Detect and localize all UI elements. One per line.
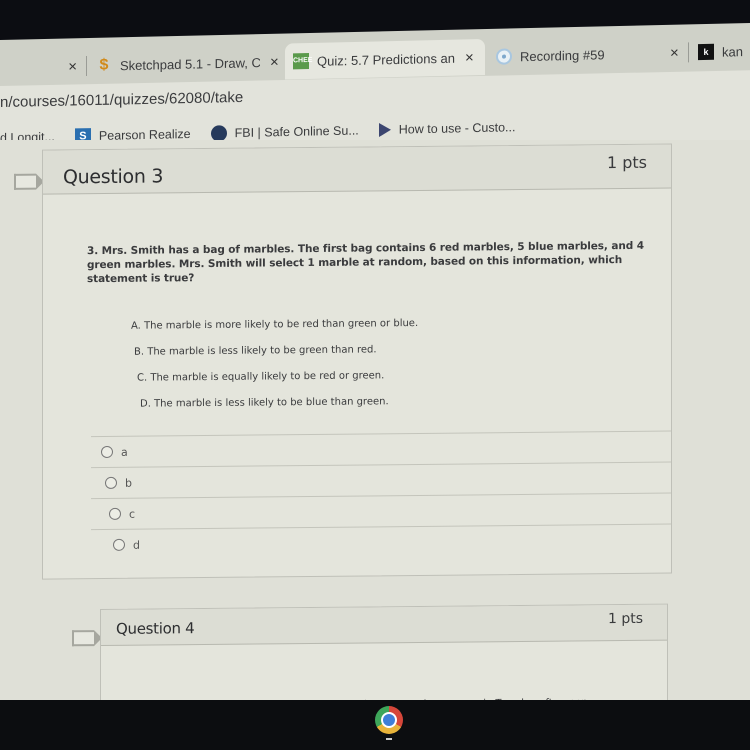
- question-title: Question 3: [63, 165, 164, 189]
- answer-options: a b c d: [91, 430, 671, 561]
- radio-button[interactable]: [113, 538, 125, 551]
- answer-label: a: [121, 445, 128, 459]
- radio-button[interactable]: [109, 507, 121, 520]
- question-points: 1 pts: [607, 610, 643, 628]
- tab-kami[interactable]: k kan: [690, 33, 750, 71]
- question-points: 1 pts: [606, 152, 647, 173]
- question-text: 3. Mrs. Smith has a bag of marbles. The …: [87, 239, 644, 286]
- radio-button[interactable]: [101, 445, 113, 459]
- question-card: Question 3 1 pts 3. Mrs. Smith has a bag…: [42, 143, 672, 580]
- sketchpad-icon: $: [99, 56, 109, 74]
- quiz-page: Question 3 1 pts 3. Mrs. Smith has a bag…: [0, 140, 750, 730]
- question-header: Question 4 1 pts: [101, 604, 667, 647]
- close-icon[interactable]: ×: [465, 49, 474, 66]
- recording-icon: [496, 48, 512, 65]
- answer-label: c: [129, 507, 136, 521]
- question-title: Question 4: [116, 619, 195, 638]
- tab-separator: [688, 42, 689, 63]
- kami-icon: k: [698, 43, 714, 61]
- close-icon[interactable]: ×: [68, 58, 77, 75]
- radio-button[interactable]: [105, 476, 117, 489]
- tab-separator: [86, 56, 87, 77]
- play-icon: [378, 122, 391, 138]
- tab-quiz[interactable]: CHEE Quiz: 5.7 Predictions an ×: [285, 38, 485, 80]
- answer-label: b: [125, 476, 132, 490]
- answer-option-d[interactable]: d: [91, 523, 671, 561]
- active-app-indicator: [386, 738, 392, 740]
- flag-question-icon[interactable]: [14, 173, 36, 190]
- tab-label: Quiz: 5.7 Predictions an: [317, 50, 455, 69]
- tab-unknown[interactable]: ×: [0, 48, 85, 86]
- quiz-icon: CHEE: [293, 52, 312, 70]
- tab-label: Sketchpad 5.1 - Draw, C: [120, 54, 260, 73]
- choice-list: A. The marble is more likely to be red t…: [131, 317, 418, 424]
- question-header: Question 3 1 pts: [43, 144, 671, 195]
- close-icon[interactable]: ×: [270, 53, 279, 70]
- answer-label: d: [133, 538, 140, 552]
- choice-statement: C. The marble is equally likely to be re…: [137, 370, 385, 384]
- bookmark-label: How to use - Custo...: [398, 120, 516, 137]
- close-icon[interactable]: ×: [670, 44, 679, 61]
- chrome-icon[interactable]: [375, 706, 403, 734]
- address-bar[interactable]: n/courses/16011/quizzes/62080/take: [0, 89, 243, 111]
- choice-statement: A. The marble is more likely to be red t…: [131, 317, 419, 332]
- choice-statement: D. The marble is less likely to be blue …: [140, 396, 389, 410]
- tab-recording[interactable]: Recording #59 ×: [488, 34, 688, 75]
- tab-sketchpad[interactable]: $ Sketchpad 5.1 - Draw, C ×: [88, 44, 283, 84]
- flag-question-icon[interactable]: [72, 630, 94, 647]
- tab-label: Recording #59: [520, 46, 605, 64]
- choice-statement: B. The marble is less likely to be green…: [134, 344, 377, 358]
- tab-label: kan: [722, 43, 743, 60]
